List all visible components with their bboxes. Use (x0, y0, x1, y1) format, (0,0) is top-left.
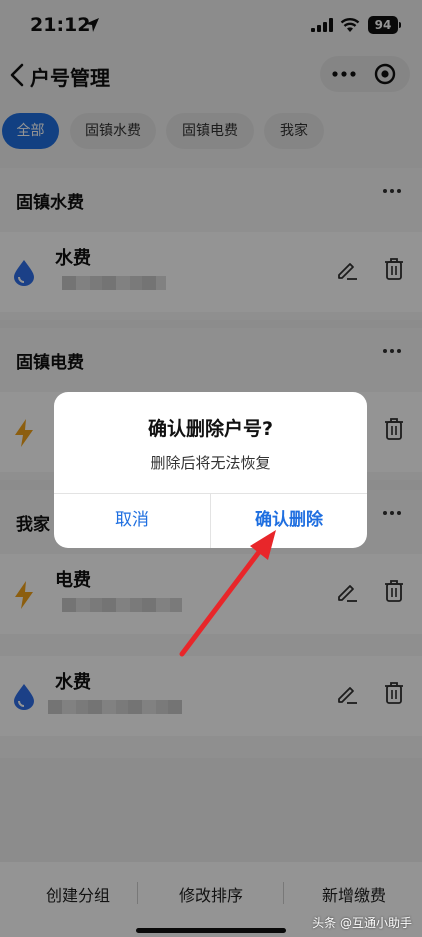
watermark: 头条 @互通小助手 (312, 916, 412, 930)
annotation-arrow-icon (179, 530, 276, 657)
